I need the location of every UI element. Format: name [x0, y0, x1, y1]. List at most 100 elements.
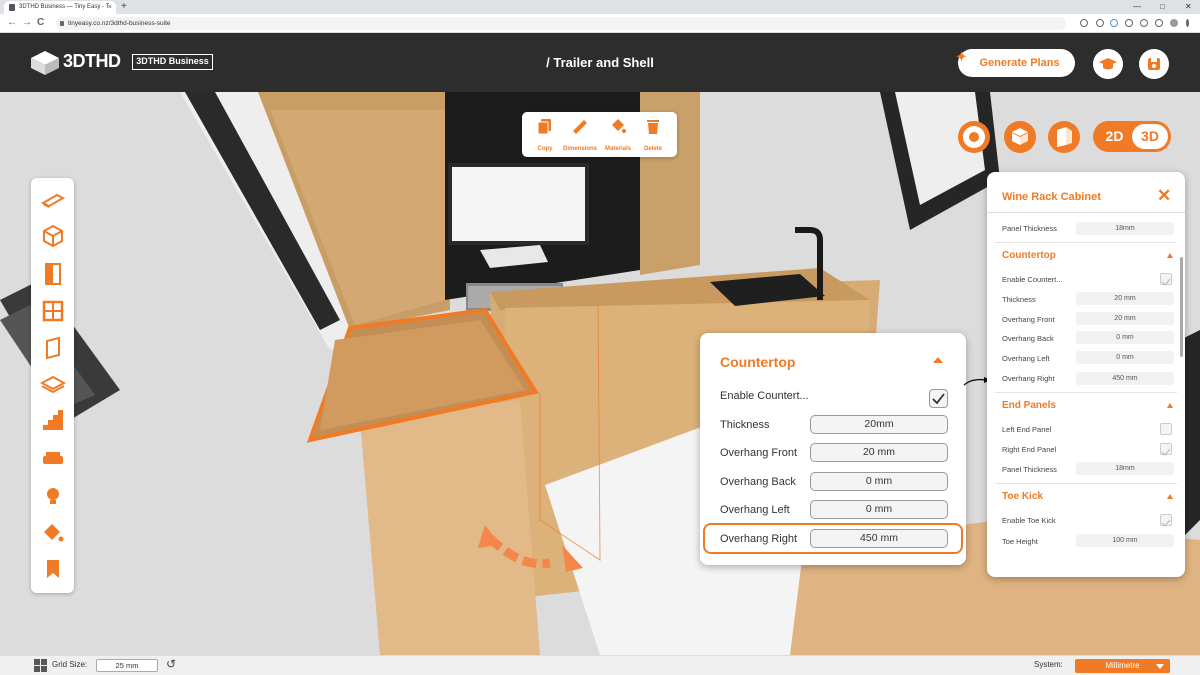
window-tool-icon[interactable] [40, 298, 66, 324]
mode-2d-option[interactable]: 2D [1097, 125, 1132, 148]
url-field[interactable]: tinyeasy.co.nz/3dthd-business-suite [56, 17, 1066, 30]
paint-tool-icon[interactable] [40, 520, 66, 546]
copy-icon [537, 119, 551, 135]
lock-icon [60, 21, 64, 26]
delete-button[interactable]: Delete [635, 118, 671, 155]
walkthrough-view-button[interactable] [958, 121, 990, 153]
tab-close-icon[interactable]: × [108, 1, 112, 14]
stairs-tool-icon[interactable] [40, 407, 66, 433]
countertop-section-title[interactable]: Countertop [1002, 250, 1056, 261]
minimize-button[interactable]: — [1133, 0, 1141, 14]
overhang-right-input[interactable]: 450 mm [810, 529, 948, 548]
thickness-input[interactable]: 20 mm [1076, 292, 1174, 305]
section-view-icon [1057, 127, 1072, 147]
pen-icon[interactable] [1125, 19, 1133, 27]
overhang-front-label: Overhang Front [1002, 315, 1055, 324]
extension-icon[interactable] [1110, 19, 1118, 27]
thickness-label: Thickness [1002, 295, 1036, 304]
light-bulb-tool-icon[interactable] [40, 482, 66, 508]
address-bar: ← → C tinyeasy.co.nz/3dthd-business-suit… [0, 14, 1200, 33]
close-panel-button[interactable]: ✕ [1157, 186, 1171, 206]
door-tool-icon[interactable] [40, 261, 66, 287]
enable-toe-kick-checkbox[interactable] [1160, 514, 1172, 527]
back-button[interactable]: ← [7, 16, 17, 30]
panel-thickness-input[interactable]: 18mm [1076, 222, 1174, 235]
enable-countertop-label: Enable Countert... [1002, 275, 1063, 284]
reset-grid-button[interactable]: ↺ [166, 657, 176, 671]
generate-plans-button[interactable]: ✦ Generate Plans [956, 49, 1075, 77]
properties-panel: Wine Rack Cabinet ✕ Panel Thickness 18mm… [987, 172, 1185, 577]
overhang-front-input[interactable]: 20 mm [810, 443, 948, 462]
view-mode-toggle[interactable]: 2D 3D [1093, 121, 1171, 152]
tutorial-button[interactable] [1093, 49, 1123, 79]
collapse-caret-icon[interactable] [1167, 253, 1173, 258]
toe-kick-section-title[interactable]: Toe Kick [1002, 491, 1043, 502]
overhang-back-input[interactable]: 0 mm [810, 472, 948, 491]
collapse-caret-icon[interactable] [933, 357, 943, 363]
new-tab-button[interactable]: + [121, 0, 127, 13]
star-icon[interactable] [1140, 19, 1148, 27]
checkmark-icon [1161, 519, 1171, 527]
overhang-back-label: Overhang Back [720, 476, 796, 488]
section-view-button[interactable] [1048, 121, 1080, 153]
overhang-front-input[interactable]: 20 mm [1076, 312, 1174, 325]
overhang-back-label: Overhang Back [1002, 334, 1054, 343]
collapse-caret-icon[interactable] [1167, 403, 1173, 408]
panel-scrollbar[interactable] [1180, 257, 1183, 357]
trash-icon [647, 120, 659, 134]
camera-rotate-icon [963, 126, 985, 148]
browser-tab[interactable]: 3DTHD Business — Tiny Easy - T × [4, 1, 116, 14]
grid-size-input[interactable]: 25 mm [96, 659, 158, 672]
layer-tool-icon[interactable] [40, 371, 66, 397]
grid-size-label: Grid Size: [52, 660, 88, 669]
enable-countertop-checkbox[interactable] [929, 389, 948, 408]
panel-thickness-label: Panel Thickness [1002, 224, 1057, 233]
dimensions-button[interactable]: Dimensions [562, 118, 598, 155]
overhang-left-label: Overhang Left [720, 504, 790, 516]
dimensions-label: Dimensions [562, 146, 597, 152]
enable-countertop-checkbox[interactable] [1160, 273, 1172, 286]
unit-system-select[interactable]: Millimetre [1075, 659, 1170, 673]
save-button[interactable] [1139, 49, 1169, 79]
end-panel-thickness-input[interactable]: 18mm [1076, 462, 1174, 475]
thickness-input[interactable]: 20mm [810, 415, 948, 434]
menu-dots-icon[interactable] [1186, 19, 1189, 27]
share-icon[interactable] [1080, 19, 1088, 27]
checkmark-icon [1161, 448, 1171, 456]
graduation-cap-icon [1099, 58, 1117, 70]
profile-icon[interactable] [1170, 19, 1178, 27]
close-window-button[interactable]: ✕ [1185, 0, 1192, 14]
overhang-left-input[interactable]: 0 mm [1076, 351, 1174, 364]
delete-label: Delete [643, 146, 662, 152]
puzzle-icon[interactable] [1155, 19, 1163, 27]
divider [995, 242, 1177, 243]
toe-height-input[interactable]: 100 mm [1076, 534, 1174, 547]
camera-icon[interactable] [1096, 19, 1104, 27]
end-panel-thickness-label: Panel Thickness [1002, 465, 1057, 474]
collapse-caret-icon[interactable] [1167, 494, 1173, 499]
copy-label: Copy [537, 146, 553, 152]
cube-tool-icon[interactable] [40, 223, 66, 249]
bookmark-tool-icon[interactable] [40, 556, 66, 582]
right-end-panel-checkbox[interactable] [1160, 443, 1172, 456]
end-panels-section-title[interactable]: End Panels [1002, 400, 1056, 411]
reload-button[interactable]: C [37, 16, 44, 30]
overhang-back-input[interactable]: 0 mm [1076, 331, 1174, 344]
status-bar: Grid Size: 25 mm ↺ System: Millimetre [0, 655, 1200, 675]
forward-button[interactable]: → [22, 16, 32, 30]
enable-countertop-label: Enable Countert... [720, 390, 809, 402]
overhang-right-input[interactable]: 450 mm [1076, 372, 1174, 385]
mode-3d-option[interactable]: 3D [1132, 124, 1168, 149]
left-end-panel-label: Left End Panel [1002, 425, 1052, 434]
panel-title: Wine Rack Cabinet [1002, 191, 1101, 203]
floor-tool-icon[interactable] [40, 187, 66, 213]
grid-icon [34, 659, 47, 672]
left-end-panel-checkbox[interactable] [1160, 423, 1172, 435]
materials-button[interactable]: Materials [600, 118, 636, 155]
overhang-left-input[interactable]: 0 mm [810, 500, 948, 519]
copy-button[interactable]: Copy [527, 118, 563, 155]
maximize-button[interactable]: □ [1160, 0, 1165, 14]
panel-tool-icon[interactable] [40, 335, 66, 361]
sofa-tool-icon[interactable] [40, 445, 66, 471]
top-view-button[interactable] [1004, 121, 1036, 153]
